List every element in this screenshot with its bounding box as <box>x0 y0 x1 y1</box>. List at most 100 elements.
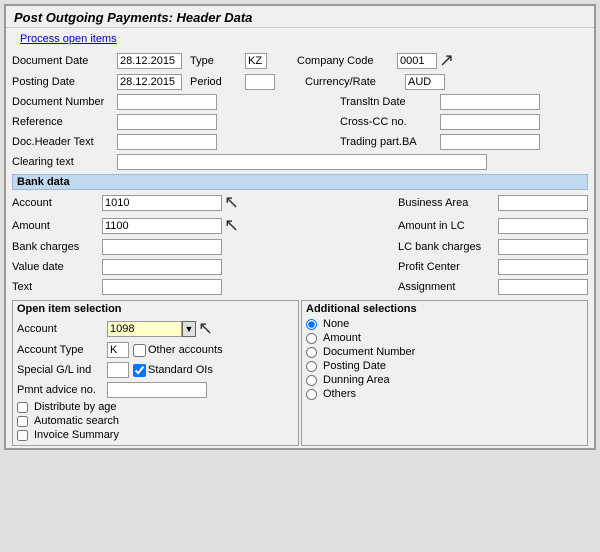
radio-amount-row: Amount <box>306 332 583 344</box>
radio-document-number[interactable] <box>306 347 317 358</box>
radio-others-label: Others <box>323 388 356 400</box>
arrow-company-code: ↗ <box>439 50 454 71</box>
automatic-search-checkbox[interactable] <box>17 416 28 427</box>
radio-amount[interactable] <box>306 333 317 344</box>
doc-header-row: Doc.Header Text Trading part.BA <box>12 133 588 151</box>
radio-none-label: None <box>323 318 349 330</box>
oi-account-type-input[interactable] <box>107 342 129 358</box>
bank-account-row: Account ↖ Business Area <box>12 192 588 213</box>
invoice-summary-checkbox[interactable] <box>17 430 28 441</box>
bank-text-input[interactable] <box>102 279 222 295</box>
radio-none[interactable] <box>306 319 317 330</box>
bank-charges-label: Bank charges <box>12 241 102 253</box>
posting-date-input[interactable] <box>117 74 182 90</box>
bank-data-header: Bank data <box>12 174 588 190</box>
oi-account-search-button[interactable]: ▼ <box>182 321 196 337</box>
value-date-row: Value date Profit Center <box>12 258 588 276</box>
oi-account-type-row: Account Type Other accounts <box>17 341 294 359</box>
bank-account-label: Account <box>12 197 102 209</box>
radio-amount-label: Amount <box>323 332 361 344</box>
doc-header-label: Doc.Header Text <box>12 136 117 148</box>
lc-bank-charges-label: LC bank charges <box>398 241 498 253</box>
other-accounts-label: Other accounts <box>148 344 223 356</box>
pmnt-advice-input[interactable] <box>107 382 207 398</box>
profit-center-input[interactable] <box>498 259 588 275</box>
business-area-input[interactable] <box>498 195 588 211</box>
radio-posting-date[interactable] <box>306 361 317 372</box>
company-code-label: Company Code <box>297 55 397 67</box>
bank-charges-row: Bank charges LC bank charges <box>12 238 588 256</box>
bank-amount-row: Amount ↖ Amount in LC <box>12 215 588 236</box>
radio-document-number-label: Document Number <box>323 346 415 358</box>
open-item-title: Open item selection <box>17 303 294 315</box>
type-label: Type <box>190 55 245 67</box>
pmnt-advice-label: Pmnt advice no. <box>17 384 107 396</box>
standard-ois-checkbox[interactable] <box>133 364 146 377</box>
automatic-search-row: Automatic search <box>17 415 294 427</box>
special-gl-label: Special G/L ind <box>17 364 107 376</box>
additional-section: Additional selections None Amount Docume… <box>301 300 588 446</box>
radio-none-row: None <box>306 318 583 330</box>
value-date-input[interactable] <box>102 259 222 275</box>
radio-others-row: Others <box>306 388 583 400</box>
amount-lc-label: Amount in LC <box>398 220 498 232</box>
clearing-text-label: Clearing text <box>12 156 117 168</box>
process-open-items-link[interactable]: Process open items <box>12 31 125 47</box>
open-item-section: Open item selection Account ▼ ↖ Account … <box>12 300 299 446</box>
standard-ois-label: Standard OIs <box>148 364 213 376</box>
reference-input[interactable] <box>117 114 217 130</box>
type-input[interactable] <box>245 53 267 69</box>
translation-date-input[interactable] <box>440 94 540 110</box>
period-input[interactable] <box>245 74 275 90</box>
doc-header-input[interactable] <box>117 134 217 150</box>
radio-dunning-area-row: Dunning Area <box>306 374 583 386</box>
other-accounts-checkbox[interactable] <box>133 344 146 357</box>
radio-dunning-area[interactable] <box>306 375 317 386</box>
document-number-input[interactable] <box>117 94 217 110</box>
document-date-input[interactable] <box>117 53 182 69</box>
bank-amount-label: Amount <box>12 220 102 232</box>
radio-posting-date-label: Posting Date <box>323 360 386 372</box>
trading-part-input[interactable] <box>440 134 540 150</box>
oi-account-input[interactable] <box>107 321 182 337</box>
value-date-label: Value date <box>12 261 102 273</box>
page-title: Post Outgoing Payments: Header Data <box>14 10 252 25</box>
clearing-text-row: Clearing text <box>12 153 588 171</box>
main-section: Process open items Document Date Type Co… <box>6 28 594 448</box>
automatic-search-label: Automatic search <box>34 415 119 427</box>
radio-others[interactable] <box>306 389 317 400</box>
pmnt-advice-row: Pmnt advice no. <box>17 381 294 399</box>
oi-account-type-label: Account Type <box>17 344 107 356</box>
lc-bank-charges-input[interactable] <box>498 239 588 255</box>
amount-lc-input[interactable] <box>498 218 588 234</box>
main-container: Post Outgoing Payments: Header Data Proc… <box>4 4 596 450</box>
bank-amount-input[interactable] <box>102 218 222 234</box>
assignment-label: Assignment <box>398 281 498 293</box>
oi-account-label: Account <box>17 323 107 335</box>
company-code-input[interactable] <box>397 53 437 69</box>
distribute-age-checkbox[interactable] <box>17 402 28 413</box>
cross-cc-label: Cross-CC no. <box>340 116 440 128</box>
process-open-items-row: Process open items <box>12 30 588 48</box>
bank-text-row: Text Assignment <box>12 278 588 296</box>
invoice-summary-label: Invoice Summary <box>34 429 119 441</box>
clearing-text-input[interactable] <box>117 154 487 170</box>
cross-cc-input[interactable] <box>440 114 540 130</box>
bank-charges-input[interactable] <box>102 239 222 255</box>
radio-dunning-area-label: Dunning Area <box>323 374 390 386</box>
assignment-input[interactable] <box>498 279 588 295</box>
document-number-row: Document Number Transltn Date <box>12 93 588 111</box>
document-date-label: Document Date <box>12 55 117 67</box>
bank-text-label: Text <box>12 281 102 293</box>
business-area-label: Business Area <box>398 197 498 209</box>
arrow-amount: ↖ <box>224 215 239 236</box>
distribute-age-row: Distribute by age <box>17 401 294 413</box>
currency-rate-input[interactable] <box>405 74 445 90</box>
invoice-summary-row: Invoice Summary <box>17 429 294 441</box>
radio-posting-date-row: Posting Date <box>306 360 583 372</box>
currency-rate-label: Currency/Rate <box>305 76 405 88</box>
special-gl-input[interactable] <box>107 362 129 378</box>
trading-part-label: Trading part.BA <box>340 136 440 148</box>
posting-date-row: Posting Date Period Currency/Rate <box>12 73 588 91</box>
bank-account-input[interactable] <box>102 195 222 211</box>
